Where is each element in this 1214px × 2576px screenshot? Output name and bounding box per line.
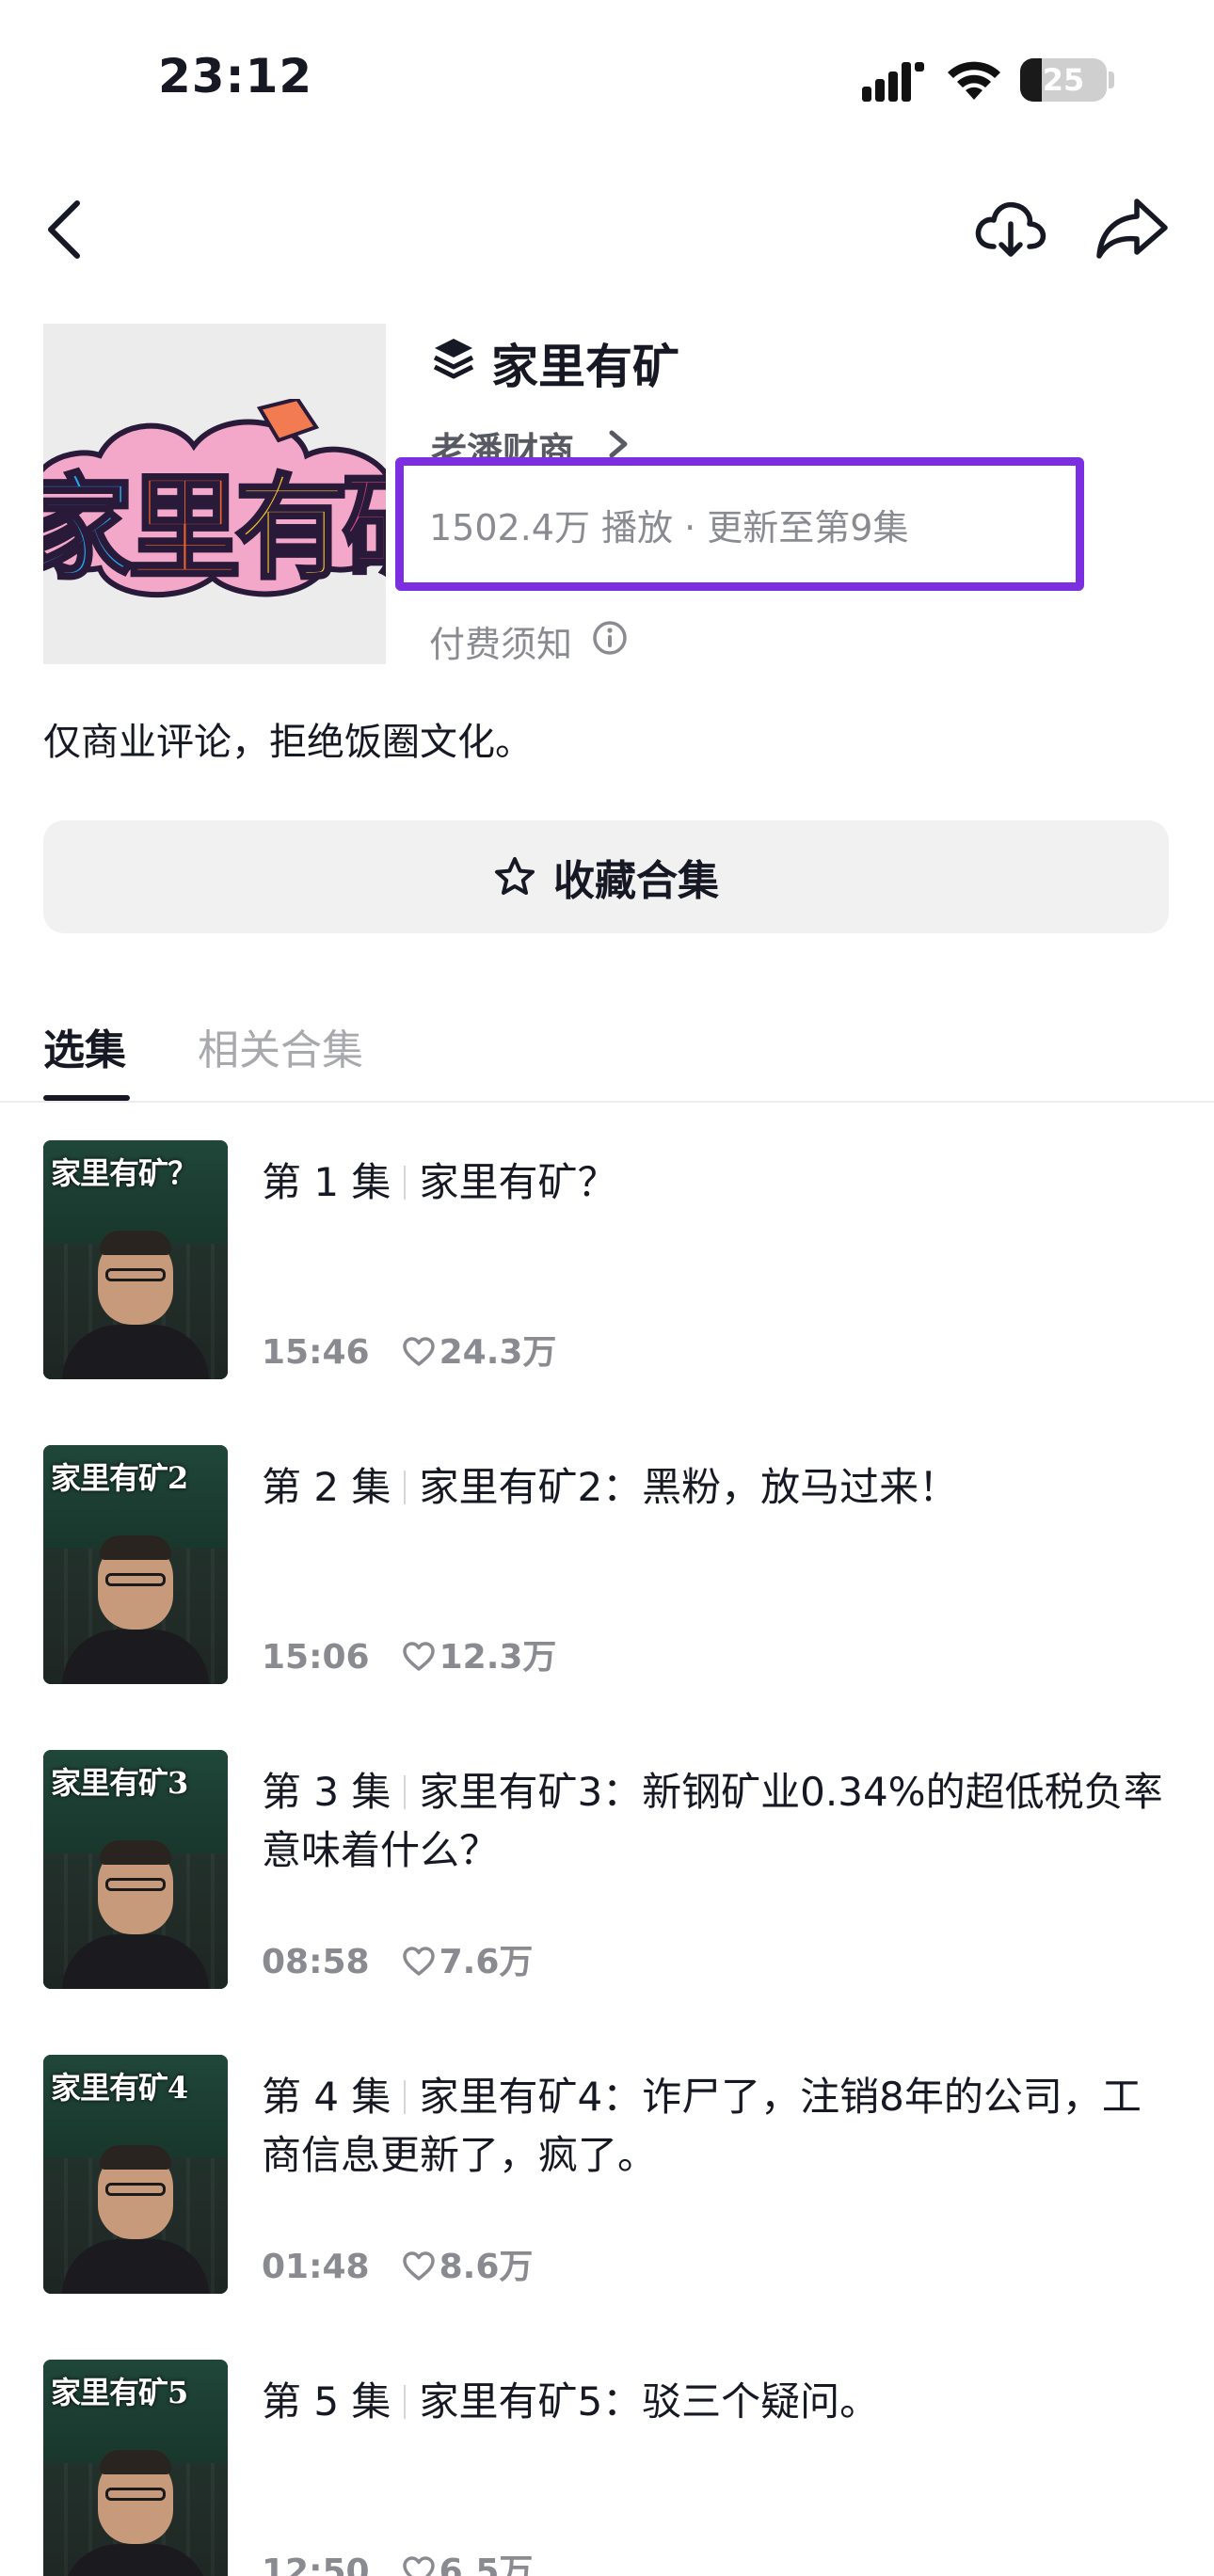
thumbnail-person-glasses [105, 2488, 166, 2501]
favorite-button-label: 收藏合集 [553, 857, 719, 905]
heart-icon [402, 2556, 435, 2576]
episode-likes: 24.3万 [439, 1333, 557, 1372]
episode-thumbnail[interactable]: 家里有矿4 [43, 2055, 228, 2294]
episode-number: 第 4 集 [262, 2074, 391, 2120]
episode-item[interactable]: 家里有矿4 第 4 集家里有矿4：诈尸了，注销8年的公司，工商信息更新了，疯了。 0… [0, 2055, 1214, 2337]
battery-cap [1109, 72, 1114, 88]
cover-char-4: 矿 [341, 460, 386, 596]
episode-item[interactable]: 家里有矿2 第 2 集家里有矿2：黑粉，放马过来！ 15:06 12.3万 [0, 1445, 1214, 1727]
thumbnail-person-hair [100, 1840, 171, 1865]
title-separator [404, 2385, 407, 2419]
episode-meta: 01:48 8.6万 [262, 2239, 533, 2288]
cover-char-2: 里 [126, 460, 243, 596]
episode-thumbnail[interactable]: 家里有矿2 [43, 1445, 228, 1684]
episode-number: 第 1 集 [262, 1159, 391, 1205]
episode-name: 家里有矿5：驳三个疑问。 [419, 2378, 880, 2425]
cover-char-3: 有 [233, 460, 350, 596]
episode-meta: 12:50 6.5万 [262, 2544, 533, 2576]
episode-meta: 08:58 7.6万 [262, 1934, 533, 1983]
episode-likes: 6.5万 [439, 2552, 534, 2576]
thumbnail-title: 家里有矿3 [51, 1765, 188, 1801]
collection-cover-image: 家里有矿 [43, 324, 386, 664]
episode-duration: 15:46 [262, 1333, 370, 1372]
thumbnail-title: 家里有矿4 [51, 2070, 188, 2106]
episode-thumbnail[interactable]: 家里有矿3 [43, 1750, 228, 1989]
heart-icon [402, 1642, 435, 1671]
battery-percent: 25 [1042, 62, 1085, 98]
tabs-divider [0, 1101, 1214, 1103]
thumbnail-title: 家里有矿5 [51, 2375, 188, 2410]
collection-title: 家里有矿 [491, 340, 679, 394]
episode-name: 家里有矿3：新钢矿业0.34%的超低税负率意味着什么？ [262, 1769, 1163, 1873]
episode-likes: 12.3万 [439, 1638, 557, 1677]
thumbnail-person-glasses [105, 2183, 166, 2196]
episode-thumbnail[interactable]: 家里有矿？ [43, 1140, 228, 1379]
tab-episodes[interactable]: 选集 [43, 1016, 126, 1076]
episode-likes: 8.6万 [439, 2248, 534, 2286]
episode-name: 家里有矿2：黑粉，放马过来！ [419, 1464, 959, 1510]
title-separator [404, 1775, 407, 1809]
play-count-and-update-status: 1502.4万 播放 · 更新至第9集 [429, 507, 909, 549]
episode-item[interactable]: 家里有矿？第 1 集家里有矿？ 15:46 24.3万 [0, 1140, 1214, 1423]
battery-icon: 25 [1020, 58, 1107, 102]
status-bar: 23:12 25 [0, 0, 1214, 160]
thumbnail-title: 家里有矿？ [51, 1155, 198, 1191]
episode-likes: 7.6万 [439, 1943, 534, 1981]
thumbnail-person-glasses [105, 1878, 166, 1891]
thumbnail-person-glasses [105, 1573, 166, 1586]
collection-description: 仅商业评论，拒绝饭圈文化。 [43, 721, 533, 764]
share-arrow-icon[interactable] [1094, 194, 1171, 263]
thumbnail-person-hair [100, 2145, 171, 2170]
episode-number: 第 5 集 [262, 2378, 391, 2425]
episode-meta: 15:46 24.3万 [262, 1325, 556, 1374]
cellular-signal-icon [862, 62, 924, 102]
favorite-collection-button[interactable]: 收藏合集 [43, 820, 1169, 933]
episode-number: 第 3 集 [262, 1769, 391, 1815]
wifi-icon [948, 61, 1000, 100]
episode-title[interactable]: 第 2 集家里有矿2：黑粉，放马过来！ [262, 1458, 1165, 1517]
chevron-left-icon[interactable] [40, 196, 92, 263]
author-link[interactable]: 老潘财商 [431, 421, 574, 459]
title-separator [404, 1471, 407, 1504]
episode-title[interactable]: 第 1 集家里有矿？ [262, 1153, 1165, 1212]
info-icon[interactable] [591, 619, 629, 657]
episode-name: 家里有矿4：诈尸了，注销8年的公司，工商信息更新了，疯了。 [262, 2074, 1142, 2178]
thumbnail-title: 家里有矿2 [51, 1460, 188, 1496]
episode-title[interactable]: 第 5 集家里有矿5：驳三个疑问。 [262, 2373, 1165, 2431]
episode-duration: 08:58 [262, 1943, 370, 1981]
thumbnail-person-hair [100, 1535, 171, 1560]
star-icon [495, 857, 535, 895]
paid-notice-link[interactable]: 付费须知 [429, 615, 572, 667]
episode-thumbnail[interactable]: 家里有矿5 [43, 2360, 228, 2576]
episode-item[interactable]: 家里有矿5 第 5 集家里有矿5：驳三个疑问。 12:50 6.5万 [0, 2360, 1214, 2576]
thumbnail-person-hair [100, 1231, 171, 1255]
episode-name: 家里有矿？ [419, 1159, 617, 1205]
episode-title[interactable]: 第 3 集家里有矿3：新钢矿业0.34%的超低税负率意味着什么？ [262, 1763, 1165, 1880]
episode-number: 第 2 集 [262, 1464, 391, 1510]
status-time: 23:12 [158, 49, 313, 103]
layers-icon [433, 339, 474, 379]
cover-title-text: 家里有矿 [43, 437, 386, 600]
thumbnail-person-hair [100, 2450, 171, 2474]
title-separator [404, 2080, 407, 2114]
heart-icon [402, 1947, 435, 1976]
thumbnail-person-glasses [105, 1268, 166, 1281]
episode-item[interactable]: 家里有矿3 第 3 集家里有矿3：新钢矿业0.34%的超低税负率意味着什么？ 08:… [0, 1750, 1214, 2032]
episode-duration: 01:48 [262, 2248, 370, 2286]
title-separator [404, 1166, 407, 1200]
heart-icon [402, 2251, 435, 2281]
episode-meta: 15:06 12.3万 [262, 1630, 556, 1678]
episode-duration: 15:06 [262, 1638, 370, 1677]
episode-duration: 12:50 [262, 2552, 370, 2576]
tab-related-collections[interactable]: 相关合集 [198, 1016, 363, 1076]
chevron-right-icon[interactable] [606, 429, 631, 459]
cover-char-1: 家 [43, 460, 136, 596]
cloud-download-icon[interactable] [973, 196, 1048, 263]
heart-icon [402, 1337, 435, 1366]
episode-title[interactable]: 第 4 集家里有矿4：诈尸了，注销8年的公司，工商信息更新了，疯了。 [262, 2068, 1165, 2185]
